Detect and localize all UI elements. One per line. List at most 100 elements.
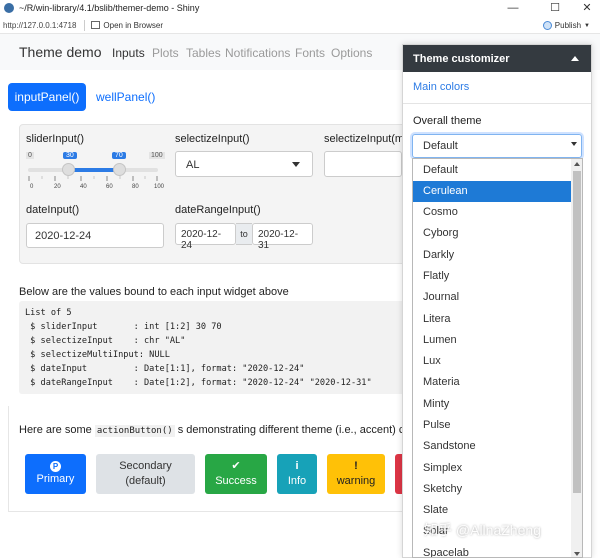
theme-option[interactable]: Sandstone <box>413 436 571 457</box>
date-range-end[interactable]: 2020-12-31 <box>252 223 313 251</box>
date-input[interactable]: 2020-12-24 <box>26 223 164 248</box>
customizer-title: Theme customizer <box>413 53 510 65</box>
info-button[interactable]: i Info <box>277 454 317 494</box>
warning-button[interactable]: ! warning <box>327 454 385 494</box>
close-button[interactable]: ✕ <box>574 0 600 16</box>
nav-fonts[interactable]: Fonts <box>295 46 325 60</box>
slider-handle-to[interactable] <box>113 163 126 176</box>
tab-input-panel[interactable]: inputPanel() <box>8 83 86 111</box>
slider-to-label: 70 <box>112 152 126 159</box>
theme-option[interactable]: Simplex <box>413 458 571 479</box>
publish-button[interactable]: Publish ▼ <box>542 21 590 30</box>
date-range-label: dateRangeInput() <box>175 204 261 216</box>
theme-option-highlighted[interactable]: Cerulean <box>413 181 571 202</box>
theme-option[interactable]: Litera <box>413 309 571 330</box>
action-text-after: s demonstrating different theme (i.e., a… <box>174 424 429 436</box>
date-range-start[interactable]: 2020-12-24 <box>175 223 236 251</box>
warning-label: warning <box>336 475 376 487</box>
success-button[interactable]: ✔ Success <box>205 454 267 494</box>
url-text: http://127.0.0.1:4718 <box>3 20 77 30</box>
selectize-input[interactable]: AL <box>175 151 313 177</box>
nav-tables[interactable]: Tables <box>186 46 221 60</box>
action-description: Here are some actionButton() s demonstra… <box>19 424 429 437</box>
theme-option[interactable]: Journal <box>413 287 571 308</box>
slider-from-label: 30 <box>63 152 77 159</box>
theme-select[interactable]: Default <box>412 134 582 158</box>
check-icon: ✔ <box>231 460 241 472</box>
maximize-button[interactable]: ☐ <box>542 0 568 16</box>
theme-option[interactable]: Lumen <box>413 330 571 351</box>
date-label: dateInput() <box>26 204 80 216</box>
publish-label: Publish <box>554 21 582 30</box>
date-range-to: to <box>236 223 252 245</box>
viewer-toolbar: http://127.0.0.1:4718 Open in Browser Pu… <box>0 17 600 34</box>
theme-select-value: Default <box>423 140 458 152</box>
chevron-down-icon: ▼ <box>584 22 590 29</box>
theme-dropdown-list: Default Cerulean Cosmo Cyborg Darkly Fla… <box>412 158 583 558</box>
app-brand: Theme demo <box>19 44 102 60</box>
info-icon: i <box>295 460 299 472</box>
slider-tick-label: 40 <box>80 184 87 190</box>
theme-option[interactable]: Lux <box>413 351 571 372</box>
scroll-down-icon[interactable] <box>574 552 580 556</box>
theme-option[interactable]: Minty <box>413 394 571 415</box>
action-text-before: Here are some <box>19 424 95 436</box>
customizer-divider <box>403 103 591 104</box>
publish-icon <box>542 21 552 30</box>
slider-tick-label: 100 <box>154 184 165 190</box>
info-label: Info <box>287 475 307 487</box>
primary-button[interactable]: P Primary <box>25 454 86 494</box>
nav-options[interactable]: Options <box>331 46 372 60</box>
main-colors-link[interactable]: Main colors <box>413 81 469 93</box>
theme-option[interactable]: Slate <box>413 500 571 521</box>
selectize-label: selectizeInput() <box>175 133 250 145</box>
selectize-multi-label: selectizeInput(m <box>324 133 405 145</box>
nav-inputs[interactable]: Inputs <box>112 46 145 60</box>
secondary-button[interactable]: Secondary (default) <box>96 454 195 494</box>
date-value: 2020-12-24 <box>35 230 92 242</box>
overall-theme-label: Overall theme <box>413 115 482 127</box>
dropdown-scrollbar[interactable] <box>571 159 582 557</box>
browser-icon <box>91 21 101 29</box>
rstudio-icon <box>4 3 14 13</box>
selectize-multi-input[interactable] <box>324 151 402 177</box>
slider-tick-label: 60 <box>106 184 113 190</box>
slider-min-label: 0 <box>26 152 34 159</box>
exclamation-icon: ! <box>354 460 358 472</box>
theme-option[interactable]: Darkly <box>413 245 571 266</box>
secondary-label: Secondary <box>119 460 172 472</box>
scroll-up-icon[interactable] <box>574 162 580 166</box>
minimize-button[interactable]: — <box>500 0 526 16</box>
theme-option[interactable]: Cyborg <box>413 223 571 244</box>
theme-option[interactable]: Flatly <box>413 266 571 287</box>
caret-down-icon <box>571 142 577 146</box>
toolbar-divider <box>84 19 86 31</box>
slider-tick-label: 0 <box>30 184 34 190</box>
primary-icon: P <box>50 461 61 472</box>
nav-notifications[interactable]: Notifications <box>225 46 290 60</box>
theme-option[interactable]: Cosmo <box>413 202 571 223</box>
theme-option[interactable]: Default <box>413 160 571 181</box>
theme-option[interactable]: Materia <box>413 372 571 393</box>
open-in-browser-button[interactable]: Open in Browser <box>91 21 163 30</box>
output-text: List of 5 $ sliderInput : int [1:2] 30 7… <box>19 301 419 394</box>
success-label: Success <box>215 475 257 487</box>
caret-down-icon <box>292 162 300 167</box>
action-code: actionButton() <box>94 425 175 437</box>
open-in-browser-label: Open in Browser <box>103 20 163 30</box>
slider-max-label: 100 <box>149 152 165 159</box>
scrollbar-thumb[interactable] <box>573 171 581 493</box>
selectize-value: AL <box>186 159 200 171</box>
theme-option[interactable]: Spacelab <box>413 543 571 557</box>
slider-handle-from[interactable] <box>62 163 75 176</box>
watermark-text: 知乎 @AllnaZheng <box>424 522 541 538</box>
output-label: Below are the values bound to each input… <box>19 286 289 298</box>
theme-option[interactable]: Sketchy <box>413 479 571 500</box>
slider-range-fill <box>68 168 119 172</box>
customizer-header[interactable]: Theme customizer <box>403 45 591 72</box>
theme-option[interactable]: Pulse <box>413 415 571 436</box>
tab-well-panel[interactable]: wellPanel() <box>96 90 155 104</box>
primary-label: Primary <box>36 473 75 485</box>
slider-label: sliderInput() <box>26 133 85 145</box>
nav-plots[interactable]: Plots <box>152 46 179 60</box>
